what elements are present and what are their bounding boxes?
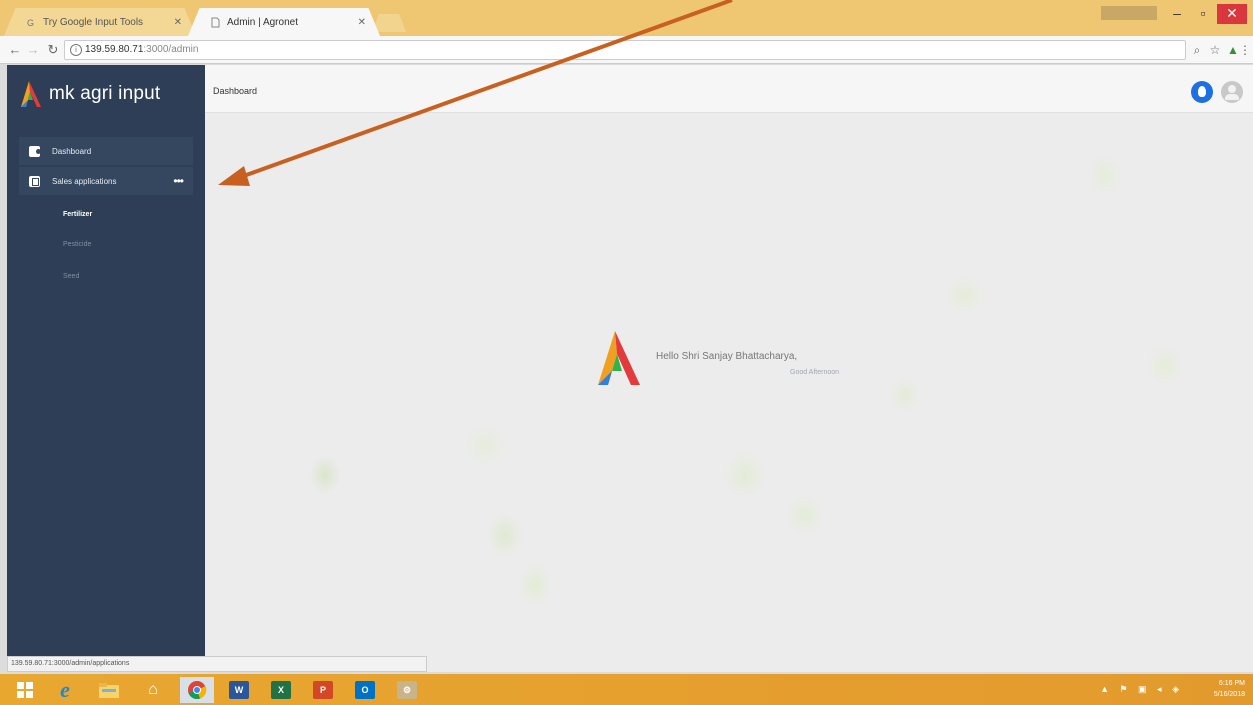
browser-tab-admin[interactable]: Admin | Agronet ✕ — [188, 8, 380, 36]
tab-close-icon[interactable]: ✕ — [174, 17, 182, 28]
windows-logo-icon — [17, 682, 33, 698]
dashboard-icon — [29, 145, 41, 157]
forward-button[interactable]: → — [24, 41, 42, 59]
sales-icon — [29, 175, 40, 187]
greeting-subtext: Good Afternoon — [790, 369, 840, 376]
reload-button[interactable]: ↻ — [44, 41, 62, 59]
welcome-greeting: Hello Shri Sanjay Bhattacharya, Good Aft… — [590, 329, 890, 389]
collapse-more-icon[interactable]: ••• — [173, 174, 184, 188]
admin-app: mk agri input Dashboard Sales applicatio… — [7, 65, 1253, 672]
svg-text:G: G — [27, 18, 34, 28]
greeting-text: Hello Shri Sanjay Bhattacharya, — [656, 351, 798, 362]
url-host: 139.59.80.71 — [85, 44, 144, 55]
maximize-button[interactable]: ▫ — [1189, 4, 1217, 24]
brand-name: mk agri input — [49, 83, 161, 104]
address-bar[interactable]: i 139.59.80.71:3000/admin — [64, 40, 1186, 60]
screen: G Try Google Input Tools ✕ Admin | Agron… — [0, 0, 1253, 705]
page-favicon-icon — [210, 17, 221, 28]
subnav-seed[interactable]: Seed — [63, 273, 79, 280]
clock-date: 5/16/2018 — [1213, 691, 1245, 698]
brand-logo-icon — [598, 331, 640, 385]
tab-close-icon[interactable]: ✕ — [358, 17, 366, 28]
clock-time: 6:16 PM — [1218, 680, 1245, 687]
minimize-button[interactable]: – — [1163, 4, 1191, 24]
google-favicon-icon: G — [26, 17, 37, 28]
brand-logo-icon — [21, 81, 41, 107]
file-explorer-icon[interactable] — [92, 677, 126, 703]
subnav-fertilizer[interactable]: Fertilizer — [63, 211, 92, 218]
powerpoint-icon[interactable]: P — [306, 677, 340, 703]
tab-label: Admin | Agronet — [227, 16, 298, 28]
excel-icon[interactable]: X — [264, 677, 298, 703]
chrome-icon[interactable] — [180, 677, 214, 703]
start-button[interactable] — [8, 677, 42, 703]
sidebar-item-sales-applications[interactable]: Sales applications ••• — [19, 167, 193, 195]
taskbar-clock[interactable]: 6:16 PM 5/16/2018 — [1195, 678, 1245, 700]
page-title: Dashboard — [213, 86, 258, 96]
word-icon[interactable]: W — [222, 677, 256, 703]
control-panel-icon[interactable]: ⚙ — [390, 677, 424, 703]
site-info-icon[interactable]: i — [70, 44, 82, 56]
system-tray-icons[interactable]: ▲ ⚑ ▣ ◂ ◈ — [1100, 684, 1183, 695]
sidebar-item-label: Dashboard — [52, 146, 92, 156]
close-window-button[interactable]: ✕ — [1217, 4, 1247, 24]
back-button[interactable]: ← — [6, 41, 24, 59]
sidebar-item-dashboard[interactable]: Dashboard — [19, 137, 193, 165]
home-icon[interactable]: ⌂ — [136, 677, 170, 703]
bookmark-star-icon[interactable]: ☆ — [1207, 43, 1223, 59]
user-avatar-icon[interactable] — [1221, 81, 1243, 103]
zoom-icon[interactable]: ⌕ — [1189, 43, 1205, 59]
outlook-icon[interactable]: O — [348, 677, 382, 703]
browser-tabstrip: G Try Google Input Tools ✕ Admin | Agron… — [0, 0, 1253, 36]
brand[interactable]: mk agri input — [17, 79, 160, 109]
chrome-menu-icon[interactable]: ⋮ — [1237, 43, 1253, 59]
internet-explorer-icon[interactable]: e — [48, 677, 82, 703]
chrome-profile-badge[interactable] — [1101, 6, 1157, 20]
browser-tab-google-input[interactable]: G Try Google Input Tools ✕ — [4, 8, 196, 36]
tab-label: Try Google Input Tools — [43, 16, 144, 28]
sidebar: mk agri input Dashboard Sales applicatio… — [7, 65, 205, 672]
sidebar-item-label: Sales applications — [52, 176, 117, 186]
windows-taskbar: e ⌂ W X P O ⚙ ▲ ⚑ ▣ ◂ ◈ 6:16 PM 5/16/201… — [0, 674, 1253, 705]
url-path: :3000/admin — [143, 44, 199, 55]
browser-toolbar: ← → ↻ i 139.59.80.71:3000/admin ⌕ ☆ ▲ ⋮ — [0, 36, 1253, 64]
subnav-pesticide[interactable]: Pesticide — [63, 241, 91, 248]
notification-icon[interactable] — [1191, 81, 1213, 103]
status-bar-url: 139.59.80.71:3000/admin/applications — [7, 656, 427, 672]
top-header: Dashboard — [205, 65, 1253, 113]
main-content: Dashboard Hello Shri Sanjay Bhattacharya… — [205, 65, 1253, 672]
